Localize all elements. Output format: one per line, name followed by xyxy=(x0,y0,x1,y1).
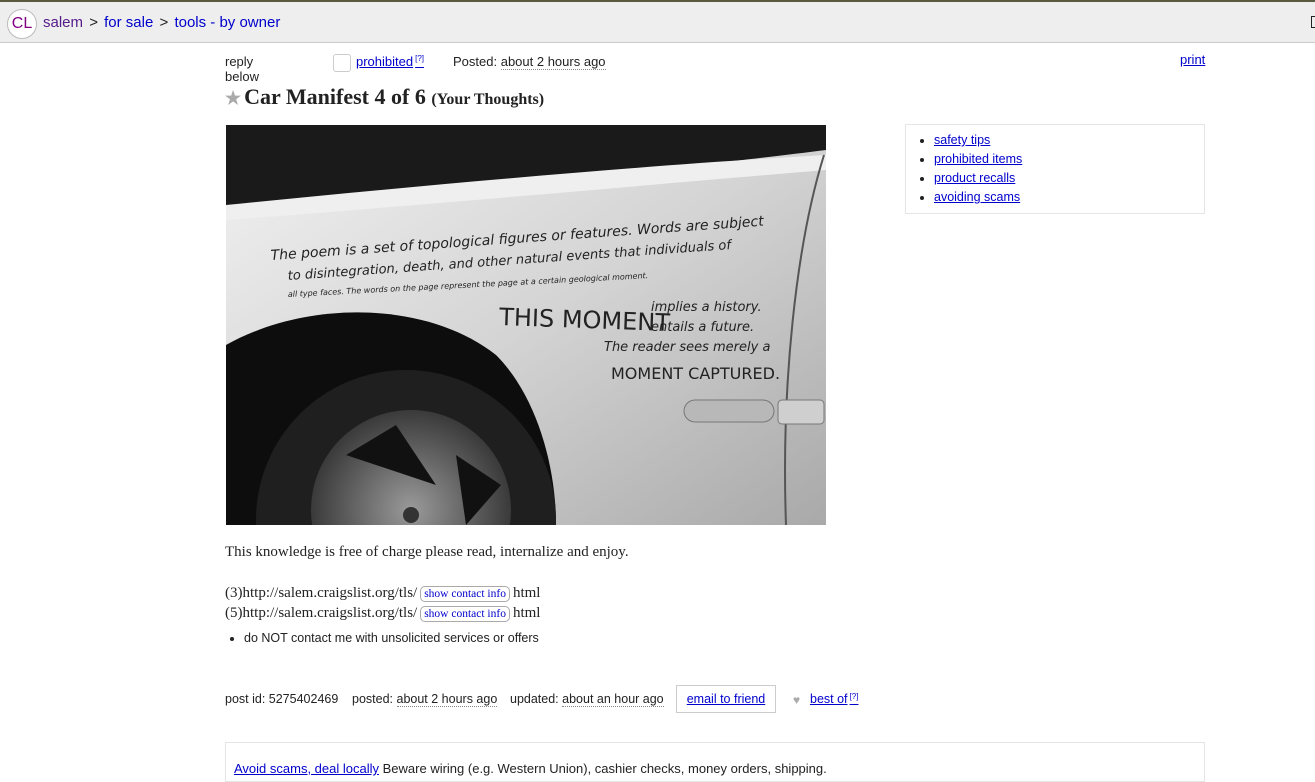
body-link-suffix: html xyxy=(512,585,541,601)
photo-text-right-2: entails a future. xyxy=(651,320,754,335)
posting-title-text: Car Manifest 4 of 6 xyxy=(244,84,426,109)
breadcrumb-salem[interactable]: salem xyxy=(43,14,83,31)
reply-below-label: reply below xyxy=(225,54,259,84)
breadcrumb: salem > for sale > tools - by owner xyxy=(43,14,280,31)
body-link-suffix: html xyxy=(512,605,541,621)
avoid-scams-link[interactable]: Avoid scams, deal locally xyxy=(234,761,379,776)
posting-image[interactable]: The poem is a set of topological figures… xyxy=(226,125,826,525)
safety-list-item: safety tips xyxy=(934,132,1204,148)
flag-prohibited-checkbox[interactable] xyxy=(333,54,351,72)
posted-time: about 2 hours ago xyxy=(500,54,606,70)
body-link-prefix: (3)http://salem.craigslist.org/tls/ xyxy=(225,585,418,601)
safety-list-item: prohibited items xyxy=(934,151,1204,167)
photo-text-right-3: The reader sees merely a xyxy=(604,340,770,355)
safety-list-item: product recalls xyxy=(934,170,1204,186)
breadcrumb-tools-by-owner[interactable]: tools - by owner xyxy=(174,14,280,31)
safety-list-item: avoiding scams xyxy=(934,189,1204,205)
posting-body-links: (3)http://salem.craigslist.org/tls/show … xyxy=(225,583,540,623)
avoiding-scams-link[interactable]: avoiding scams xyxy=(934,190,1020,204)
posting-body-text: This knowledge is free of charge please … xyxy=(225,544,629,560)
favorite-star-icon[interactable]: ★ xyxy=(225,88,241,108)
best-of-help-link[interactable]: [?] xyxy=(850,692,859,701)
post-id: post id: 5275402469 xyxy=(225,692,339,706)
notice-item: do NOT contact me with unsolicited servi… xyxy=(244,631,539,645)
show-contact-info-button[interactable]: show contact info xyxy=(420,586,510,602)
posted-info: posted: about 2 hours ago xyxy=(352,692,498,707)
top-bar: CL salem > for sale > tools - by owner xyxy=(0,0,1315,43)
scam-notice-text: Beware wiring (e.g. Western Union), cash… xyxy=(382,761,827,776)
posting-title: ★ Car Manifest 4 of 6 (Your Thoughts) xyxy=(225,84,544,110)
photo-text-right-1: implies a history. xyxy=(651,300,762,315)
email-to-friend-button[interactable]: email to friend xyxy=(676,685,776,713)
body-link-line: (3)http://salem.craigslist.org/tls/show … xyxy=(225,583,540,603)
craigslist-logo[interactable]: CL xyxy=(7,9,37,39)
breadcrumb-separator: > xyxy=(159,14,169,31)
body-link-line: (5)http://salem.craigslist.org/tls/show … xyxy=(225,603,540,623)
print-link[interactable]: print xyxy=(1180,52,1205,67)
safety-tips-link[interactable]: safety tips xyxy=(934,133,990,147)
safety-links-box: safety tips prohibited items product rec… xyxy=(905,124,1205,214)
flag-prohibited-link[interactable]: prohibited [?] xyxy=(356,54,424,69)
posted-time: about 2 hours ago xyxy=(396,692,498,707)
posting-notices: do NOT contact me with unsolicited servi… xyxy=(232,631,539,645)
posting-title-subtitle: (Your Thoughts) xyxy=(431,91,545,108)
updated-info: updated: about an hour ago xyxy=(510,692,664,707)
show-contact-info-button[interactable]: show contact info xyxy=(420,606,510,622)
prohibited-items-link[interactable]: prohibited items xyxy=(934,152,1022,166)
photo-text-right-4: MOMENT CAPTURED. xyxy=(611,364,780,383)
flag-help-link[interactable]: [?] xyxy=(415,54,424,63)
posted-date-top: Posted: about 2 hours ago xyxy=(453,54,606,70)
car-photo-illustration: The poem is a set of topological figures… xyxy=(226,125,826,525)
window-edge-mark xyxy=(1311,16,1315,28)
best-of-link[interactable]: best of [?] xyxy=(810,692,858,706)
heart-icon: ♥ xyxy=(793,693,801,707)
product-recalls-link[interactable]: product recalls xyxy=(934,171,1015,185)
breadcrumb-separator: > xyxy=(89,14,98,31)
breadcrumb-for-sale[interactable]: for sale xyxy=(104,14,153,31)
scam-notice-box: Avoid scams, deal locally Beware wiring … xyxy=(225,742,1205,782)
body-link-prefix: (5)http://salem.craigslist.org/tls/ xyxy=(225,605,418,621)
updated-time: about an hour ago xyxy=(562,692,664,707)
